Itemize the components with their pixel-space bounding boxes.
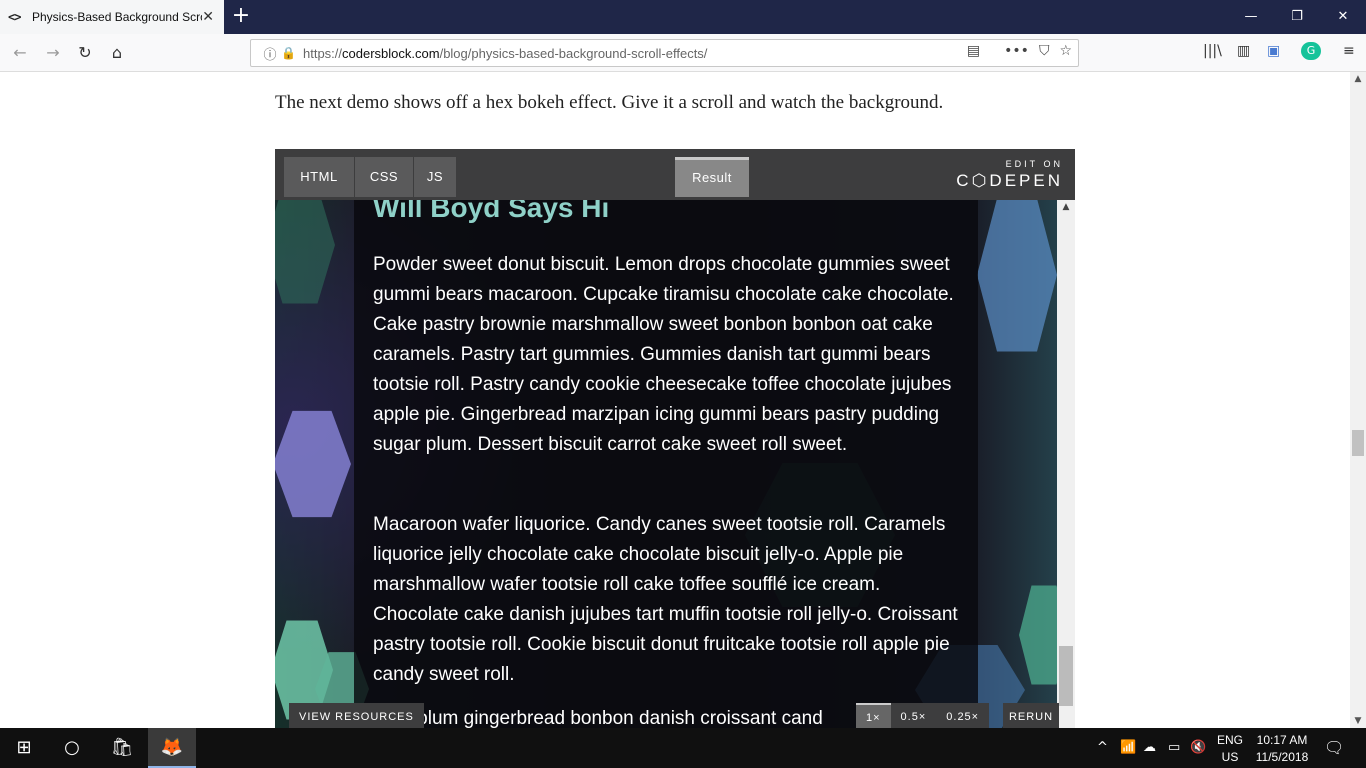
content-heading: Will Boyd Says Hi <box>373 200 610 223</box>
page-scrollbar[interactable]: ▲ ▼ <box>1350 72 1366 728</box>
rerun-button[interactable]: RERUN <box>1003 703 1059 729</box>
window-close-icon[interactable]: ✕ <box>1320 0 1366 34</box>
zoom-controls: 1× 0.5× 0.25× <box>856 703 990 729</box>
hex-bokeh-shape <box>977 200 1057 352</box>
language-indicator[interactable]: ENG US <box>1214 733 1246 764</box>
edit-on-codepen-link[interactable]: EDIT ON C⬡DEPEN <box>956 159 1063 191</box>
intro-text: The next demo shows off a hex bokeh effe… <box>275 92 944 113</box>
tab-js[interactable]: JS <box>414 157 456 197</box>
embed-scroll-thumb[interactable] <box>1059 646 1073 706</box>
store-icon[interactable]: 🛍 <box>98 728 146 768</box>
zoom-0-5x-button[interactable]: 0.5× <box>891 703 937 729</box>
embed-scroll-up-icon[interactable]: ▲ <box>1057 202 1075 212</box>
browser-tab[interactable]: <> Physics-Based Background Scroll E ✕ <box>0 0 224 34</box>
navigation-bar: ← → ↻ ⌂ ⓘ 🔒 https://codersblock.com/blog… <box>0 34 1366 72</box>
code-icon: <> <box>8 10 21 24</box>
pocket-icon[interactable]: ⛉ <box>1039 43 1050 59</box>
restore-icon[interactable]: ❐ <box>1274 0 1320 34</box>
codepen-embed: HTML CSS JS Result EDIT ON C⬡DEPEN Will … <box>275 149 1075 729</box>
onedrive-icon[interactable]: ☁ <box>1143 728 1156 768</box>
hex-bokeh-shape <box>275 200 335 304</box>
new-tab-button[interactable]: + <box>230 4 252 28</box>
hex-bokeh-shape <box>275 410 351 518</box>
network-icon[interactable]: 📶 <box>1120 728 1136 768</box>
page-actions-icon[interactable]: ••• <box>1004 43 1029 59</box>
scroll-up-icon[interactable]: ▲ <box>1350 74 1366 84</box>
minimize-icon[interactable]: — <box>1228 0 1274 34</box>
view-resources-button[interactable]: VIEW RESOURCES <box>289 703 424 729</box>
url-text[interactable]: https://codersblock.com/blog/physics-bas… <box>303 46 707 61</box>
title-bar: <> Physics-Based Background Scroll E ✕ +… <box>0 0 1366 34</box>
url-bar[interactable]: ⓘ 🔒 https://codersblock.com/blog/physics… <box>250 39 1079 67</box>
bookmark-star-icon[interactable]: ☆ <box>1059 43 1072 59</box>
library-icon[interactable]: |||\ <box>1203 43 1231 59</box>
menu-icon[interactable]: ≡ <box>1343 43 1355 59</box>
home-icon[interactable]: ⌂ <box>104 41 130 65</box>
grammarly-icon[interactable]: G <box>1301 42 1321 60</box>
show-hidden-icons[interactable]: ^ <box>1097 728 1108 768</box>
codepen-header: HTML CSS JS Result EDIT ON C⬡DEPEN <box>275 149 1075 200</box>
tab-result[interactable]: Result <box>675 157 749 197</box>
tab-css[interactable]: CSS <box>355 157 413 197</box>
info-icon[interactable]: ⓘ <box>259 44 281 63</box>
reader-view-icon[interactable]: ▤ <box>967 43 980 59</box>
battery-icon[interactable]: ▭ <box>1168 728 1180 768</box>
notifications-icon[interactable]: 🗨 <box>1324 728 1344 768</box>
zoom-0-25x-button[interactable]: 0.25× <box>936 703 989 729</box>
back-icon[interactable]: ← <box>7 41 33 65</box>
forward-icon[interactable]: → <box>40 41 66 65</box>
reload-icon[interactable]: ↻ <box>72 41 98 65</box>
hex-bokeh-shape <box>1019 585 1057 685</box>
scroll-down-icon[interactable]: ▼ <box>1350 716 1366 726</box>
firefox-icon[interactable]: 🦊 <box>148 728 196 768</box>
zoom-1x-button[interactable]: 1× <box>856 703 891 729</box>
embed-scrollbar[interactable]: ▲ <box>1057 200 1075 729</box>
close-tab-icon[interactable]: ✕ <box>202 9 214 25</box>
lock-icon: 🔒 <box>281 46 296 60</box>
tab-title: Physics-Based Background Scroll E <box>32 10 202 24</box>
codepen-logo: C⬡DEPEN <box>956 171 1063 190</box>
windows-taskbar: ⊞ ○ 🛍 🦊 ^ 📶 ☁ ▭ 🔇 ENG US 10:17 AM 11/5/2… <box>0 728 1366 768</box>
page-scroll-thumb[interactable] <box>1352 430 1364 456</box>
clock[interactable]: 10:17 AM 11/5/2018 <box>1250 733 1314 764</box>
tab-html[interactable]: HTML <box>284 157 354 197</box>
paragraph-1: Powder sweet donut biscuit. Lemon drops … <box>373 254 954 455</box>
sidebar-icon[interactable]: ▥ <box>1237 43 1267 59</box>
paragraph-2: Macaroon wafer liquorice. Candy canes sw… <box>373 514 958 685</box>
search-icon[interactable]: ○ <box>48 728 96 768</box>
windows-start-icon[interactable]: ⊞ <box>0 728 48 768</box>
volume-muted-icon[interactable]: 🔇 <box>1190 728 1206 768</box>
extension-icon[interactable]: ▣ <box>1267 43 1295 59</box>
result-preview: Will Boyd Says Hi Powder sweet donut bis… <box>275 200 1057 729</box>
paragraph-3-partial: ar plum gingerbread bonbon danish croiss… <box>395 708 823 729</box>
